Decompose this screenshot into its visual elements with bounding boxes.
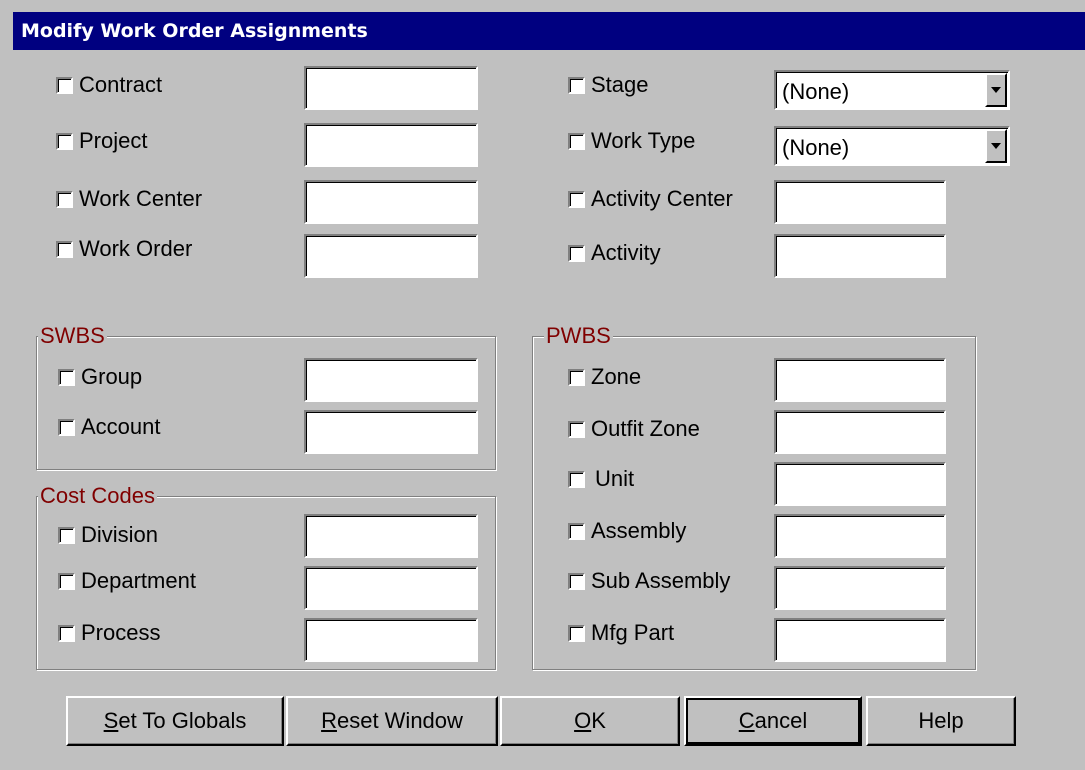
work-center-field[interactable] <box>304 180 478 224</box>
group-checkbox[interactable] <box>58 368 75 386</box>
outfit-zone-checkbox-row[interactable]: Outfit Zone <box>568 406 700 452</box>
process-field[interactable] <box>304 618 478 662</box>
unit-checkbox-row[interactable]: Unit <box>568 456 634 502</box>
work-type-checkbox-row[interactable]: Work Type <box>568 118 695 164</box>
department-label: Department <box>81 568 196 593</box>
mfg-part-checkbox[interactable] <box>568 624 585 642</box>
account-checkbox-row[interactable]: Account <box>58 404 161 450</box>
project-field[interactable] <box>304 123 478 167</box>
activity-label: Activity <box>591 240 661 265</box>
work-type-label: Work Type <box>591 128 696 153</box>
contract-checkbox-row[interactable]: Contract <box>56 62 162 108</box>
work-center-checkbox-row[interactable]: Work Center <box>56 176 202 222</box>
outfit-zone-label: Outfit Zone <box>591 416 700 441</box>
activity-center-label: Activity Center <box>591 186 733 211</box>
zone-field[interactable] <box>774 358 946 402</box>
mfg-part-checkbox-row[interactable]: Mfg Part <box>568 610 674 656</box>
activity-center-checkbox-row[interactable]: Activity Center <box>568 176 733 222</box>
set-to-globals-label: Set To Globals <box>103 708 247 733</box>
activity-field[interactable] <box>774 234 946 278</box>
work-center-label: Work Center <box>79 186 203 211</box>
cancel-label: Cancel <box>738 708 808 733</box>
work-type-checkbox[interactable] <box>568 132 585 150</box>
department-checkbox[interactable] <box>58 572 75 590</box>
contract-label: Contract <box>79 72 163 97</box>
department-field[interactable] <box>304 566 478 610</box>
activity-center-field[interactable] <box>774 180 946 224</box>
activity-checkbox-row[interactable]: Activity <box>568 230 661 276</box>
activity-center-checkbox[interactable] <box>568 190 585 208</box>
work-type-dropdown[interactable]: (None) <box>774 126 1010 166</box>
work-order-label: Work Order <box>79 236 193 261</box>
chevron-down-icon[interactable] <box>985 73 1007 107</box>
process-label: Process <box>81 620 161 645</box>
outfit-zone-checkbox[interactable] <box>568 420 585 438</box>
cancel-button[interactable]: Cancel <box>684 696 862 746</box>
sub-assembly-checkbox-row[interactable]: Sub Assembly <box>568 558 730 604</box>
work-center-checkbox[interactable] <box>56 190 73 208</box>
stage-label: Stage <box>591 72 649 97</box>
work-order-checkbox-row[interactable]: Work Order <box>56 226 192 272</box>
title-bar: Modify Work Order Assignments <box>13 12 1085 50</box>
project-label: Project <box>79 128 148 153</box>
dialog-window: Modify Work Order Assignments Contract P… <box>0 0 1085 770</box>
work-order-field[interactable] <box>304 234 478 278</box>
set-to-globals-button[interactable]: Set To Globals <box>66 696 284 746</box>
stage-dropdown-value: (None) <box>782 79 850 104</box>
cost-codes-group-title: Cost Codes <box>38 483 157 508</box>
account-label: Account <box>81 414 161 439</box>
help-label: Help <box>918 708 964 733</box>
group-field[interactable] <box>304 358 478 402</box>
process-checkbox[interactable] <box>58 624 75 642</box>
account-field[interactable] <box>304 410 478 454</box>
assembly-checkbox[interactable] <box>568 522 585 540</box>
chevron-down-icon[interactable] <box>985 129 1007 163</box>
division-field[interactable] <box>304 514 478 558</box>
contract-field[interactable] <box>304 66 478 110</box>
outfit-zone-field[interactable] <box>774 410 946 454</box>
zone-label: Zone <box>591 364 642 389</box>
sub-assembly-checkbox[interactable] <box>568 572 585 590</box>
department-checkbox-row[interactable]: Department <box>58 558 196 604</box>
help-button[interactable]: Help <box>866 696 1016 746</box>
pwbs-group-title: PWBS <box>544 323 613 348</box>
assembly-checkbox-row[interactable]: Assembly <box>568 508 686 554</box>
ok-label: OK <box>574 708 606 733</box>
activity-checkbox[interactable] <box>568 244 585 262</box>
work-type-dropdown-value: (None) <box>782 135 850 160</box>
mfg-part-field[interactable] <box>774 618 946 662</box>
stage-checkbox[interactable] <box>568 76 585 94</box>
assembly-field[interactable] <box>774 514 946 558</box>
work-order-checkbox[interactable] <box>56 240 73 258</box>
swbs-group-title: SWBS <box>38 323 107 348</box>
stage-dropdown[interactable]: (None) <box>774 70 1010 110</box>
reset-window-button[interactable]: Reset Window <box>286 696 498 746</box>
reset-window-label: Reset Window <box>321 708 463 733</box>
contract-checkbox[interactable] <box>56 76 73 94</box>
project-checkbox-row[interactable]: Project <box>56 118 147 164</box>
unit-label: Unit <box>595 466 635 491</box>
division-label: Division <box>81 522 159 547</box>
project-checkbox[interactable] <box>56 132 73 150</box>
group-label: Group <box>81 364 143 389</box>
sub-assembly-label: Sub Assembly <box>591 568 731 593</box>
unit-checkbox[interactable] <box>568 470 585 488</box>
division-checkbox[interactable] <box>58 526 75 544</box>
sub-assembly-field[interactable] <box>774 566 946 610</box>
account-checkbox[interactable] <box>58 418 75 436</box>
division-checkbox-row[interactable]: Division <box>58 512 158 558</box>
zone-checkbox[interactable] <box>568 368 585 386</box>
ok-button[interactable]: OK <box>500 696 680 746</box>
zone-checkbox-row[interactable]: Zone <box>568 354 641 400</box>
assembly-label: Assembly <box>591 518 687 543</box>
unit-field[interactable] <box>774 462 946 506</box>
process-checkbox-row[interactable]: Process <box>58 610 160 656</box>
mfg-part-label: Mfg Part <box>591 620 675 645</box>
stage-checkbox-row[interactable]: Stage <box>568 62 649 108</box>
group-checkbox-row[interactable]: Group <box>58 354 142 400</box>
